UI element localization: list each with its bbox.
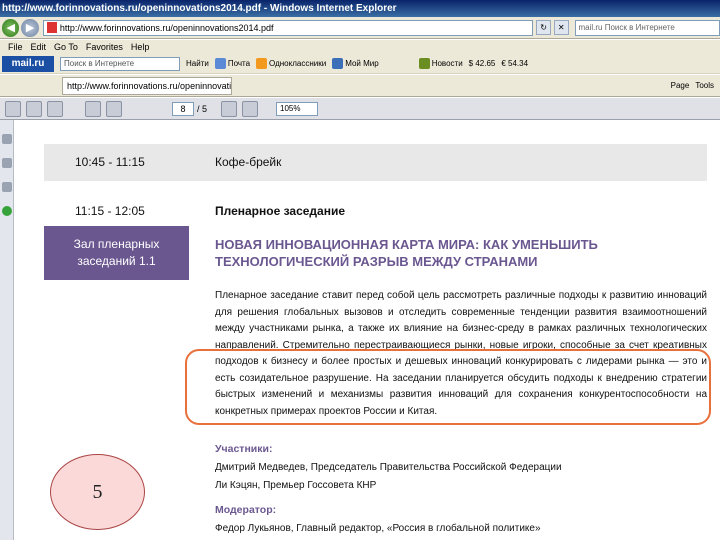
top-search-placeholder: mail.ru Поиск в Интернете <box>578 23 675 32</box>
menu-goto[interactable]: Go To <box>54 42 78 52</box>
address-bar-row: ◀ ▶ http://www.forinnovations.ru/openinn… <box>0 17 720 39</box>
find-label: Найти <box>186 59 209 68</box>
bookmarks-icon[interactable] <box>2 158 12 168</box>
tab-label: http://www.forinnovations.ru/openinnovat… <box>67 80 232 91</box>
pages-icon[interactable] <box>2 134 12 144</box>
toolbar-link-mail-label: Почта <box>227 59 251 68</box>
mail-icon <box>214 58 226 69</box>
time-slot-plenary: 11:15 - 12:05 <box>75 204 145 218</box>
zoom-value: 105% <box>280 104 301 113</box>
menu-favorites[interactable]: Favorites <box>86 42 123 52</box>
zoom-select[interactable]: 105% <box>276 101 319 116</box>
zoom-out-icon[interactable] <box>221 100 238 117</box>
pdf-document-view[interactable]: 10:45 - 11:15 Кофе-брейк 11:15 - 12:05 П… <box>14 120 720 540</box>
slide-number: 5 <box>92 480 103 503</box>
attachments-icon[interactable] <box>2 182 12 192</box>
toolbar-search-input[interactable]: Поиск в Интернете <box>60 56 180 71</box>
toolbar-link-myworld-label: Мой Мир <box>345 59 379 68</box>
moderator-label: Модератор: <box>215 504 277 516</box>
participant-2: Ли Кэцян, Премьер Госсовета КНР <box>215 480 377 491</box>
tools-menu[interactable]: Tools <box>695 81 714 90</box>
tab-pdf[interactable]: http://www.forinnovations.ru/openinnovat… <box>62 76 232 95</box>
pdf-toolbar: 8 / 5 105% <box>0 98 720 120</box>
find-button[interactable]: Найти <box>186 59 209 68</box>
refresh-button[interactable]: ↻ <box>536 20 551 35</box>
hall-badge: Зал пленарных заседаний 1.1 <box>44 226 189 280</box>
toolbar-news-label: Новости <box>431 59 463 68</box>
command-bar: Page Tools <box>671 81 720 90</box>
toolbar-search-placeholder: Поиск в Интернете <box>64 59 135 68</box>
stop-button[interactable]: ✕ <box>553 20 569 35</box>
toolbar-link-mail[interactable]: Почта <box>214 58 251 69</box>
toolbar-link-ok[interactable]: Одноклассники <box>256 58 326 69</box>
currency-usd: $ 42.65 <box>468 59 496 68</box>
next-page-icon[interactable] <box>106 100 122 117</box>
page-number-input[interactable]: 8 <box>172 101 194 116</box>
highlight-oval <box>185 349 711 425</box>
news-icon <box>418 58 430 69</box>
moderator-name: Федор Лукьянов, Главный редактор, «Росси… <box>215 523 541 534</box>
top-search-input[interactable]: mail.ru Поиск в Интернете <box>574 19 720 36</box>
zoom-in-icon[interactable] <box>242 100 259 117</box>
menu-help[interactable]: Help <box>131 42 150 52</box>
slide-number-circle: 5 <box>50 454 145 530</box>
participant-1: Дмитрий Медведев, Председатель Правитель… <box>215 462 562 473</box>
status-icon[interactable] <box>2 206 12 216</box>
window-title-bar: http://www.forinnovations.ru/openinnovat… <box>0 0 720 17</box>
share-icon[interactable] <box>47 100 63 117</box>
address-text: http://www.forinnovations.ru/openinnovat… <box>59 22 274 33</box>
menu-file[interactable]: File <box>8 42 23 52</box>
page-total: / 5 <box>197 103 208 114</box>
toolbar-link-myworld[interactable]: Мой Мир <box>332 58 379 69</box>
session-headline: НОВАЯ ИННОВАЦИОННАЯ КАРТА МИРА: КАК УМЕН… <box>215 237 598 269</box>
myworld-icon <box>332 58 344 69</box>
hall-label: Зал пленарных заседаний 1.1 <box>73 237 160 268</box>
page-number: 8 <box>180 103 186 114</box>
page-menu[interactable]: Page <box>671 81 690 90</box>
menu-bar: File Edit Go To Favorites Help <box>0 40 720 54</box>
toolbar-link-ok-label: Одноклассники <box>269 59 327 68</box>
toolbar-news[interactable]: Новости <box>418 58 463 69</box>
menu-edit[interactable]: Edit <box>31 42 47 52</box>
forward-button[interactable]: ▶ <box>21 18 39 37</box>
event-plenary-session: Пленарное заседание <box>215 204 346 218</box>
save-icon[interactable] <box>26 100 42 117</box>
tab-row: http://www.forinnovations.ru/openinnovat… <box>0 75 720 97</box>
mailru-brand: mail.ru <box>11 58 45 69</box>
previous-page-icon[interactable] <box>85 100 101 117</box>
pdf-icon <box>46 22 57 33</box>
window-title: http://www.forinnovations.ru/openinnovat… <box>2 3 397 14</box>
back-button[interactable]: ◀ <box>2 18 20 37</box>
mailru-toolbar: mail.ru Поиск в Интернете Найти Почта Од… <box>0 54 720 74</box>
event-coffee-break: Кофе-брейк <box>215 155 282 169</box>
mailru-logo[interactable]: mail.ru <box>2 55 54 72</box>
time-slot-coffee: 10:45 - 11:15 <box>75 155 145 169</box>
print-icon[interactable] <box>5 100 21 117</box>
address-field[interactable]: http://www.forinnovations.ru/openinnovat… <box>42 19 534 36</box>
odnoklassniki-icon <box>256 58 268 69</box>
currency-eur: € 54.34 <box>501 59 529 68</box>
pdf-navigation-pane <box>0 120 14 540</box>
participants-label: Участники: <box>215 443 273 455</box>
